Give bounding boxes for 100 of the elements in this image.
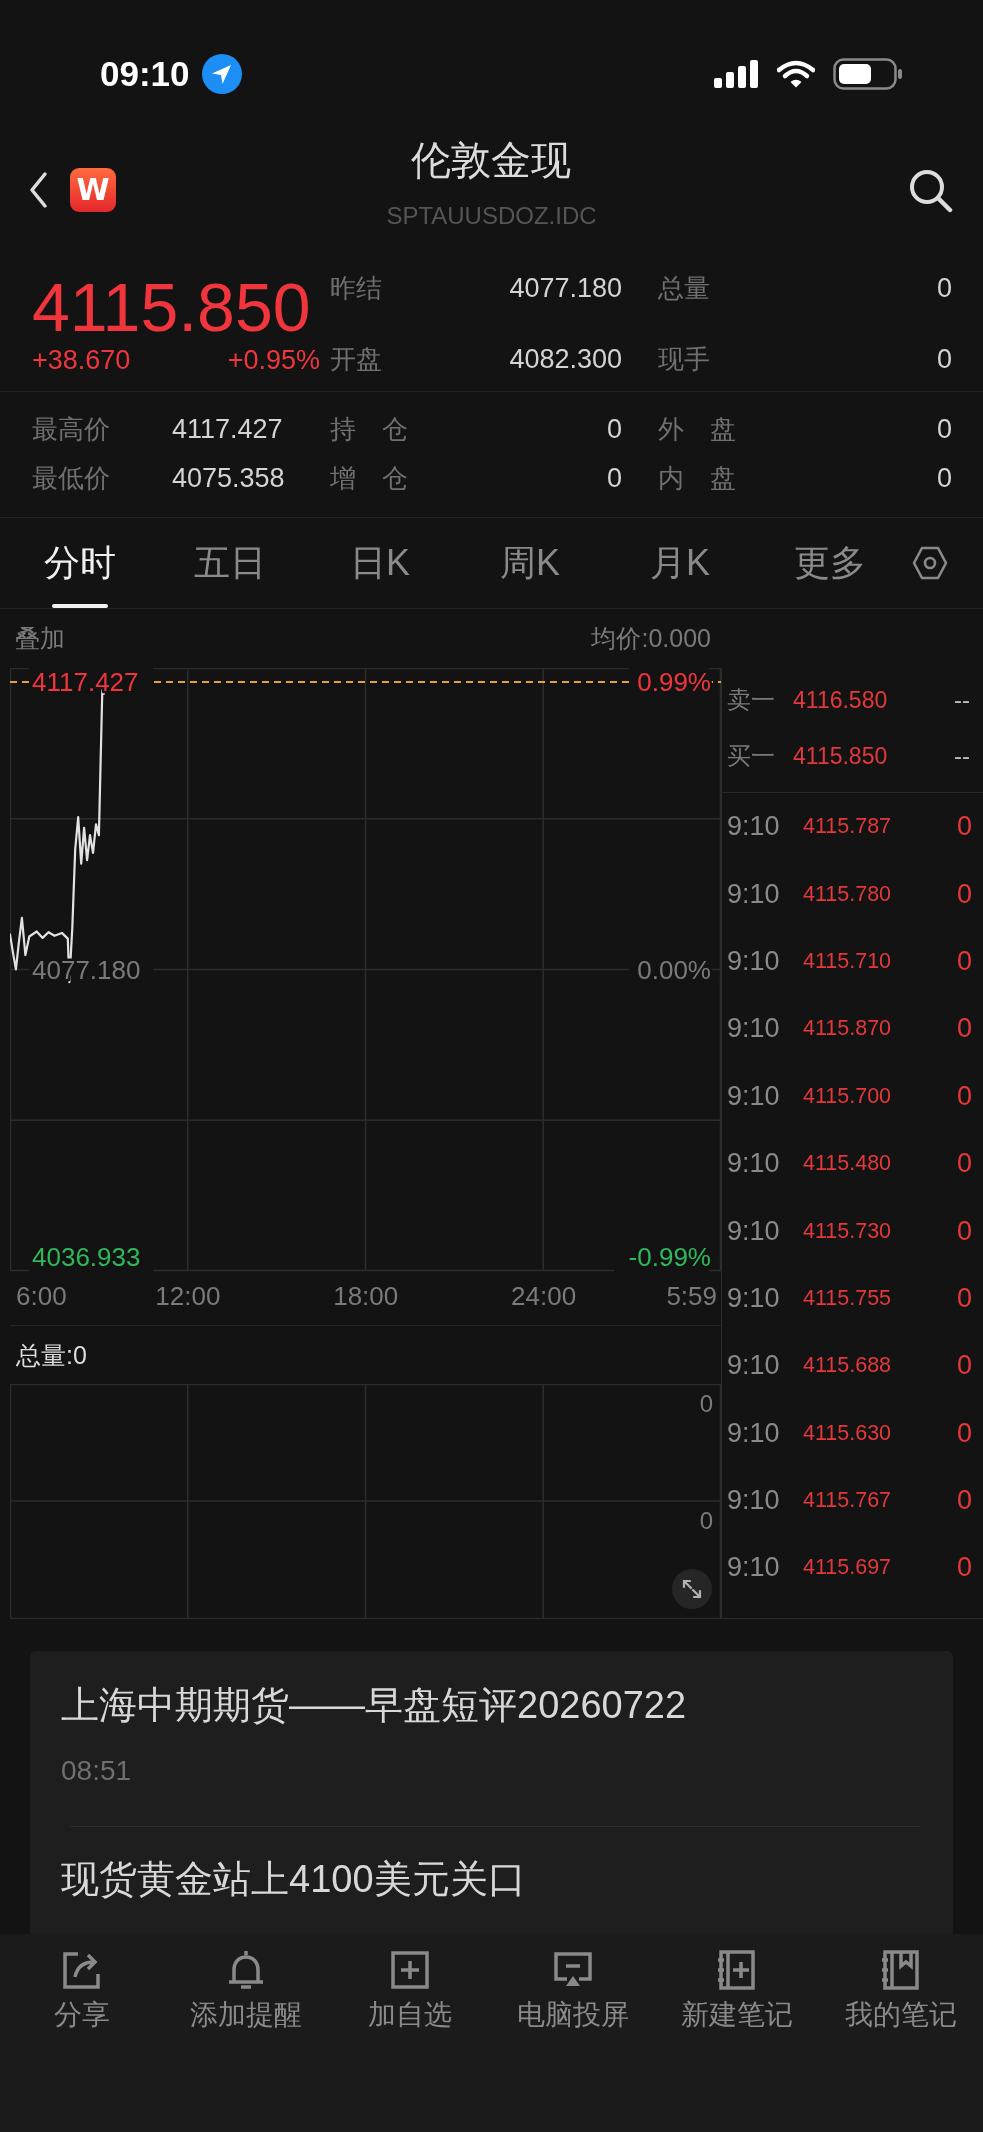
order-label: 卖一 [727, 685, 776, 715]
trade-price: 4115.755 [803, 1285, 892, 1311]
status-time: 09:10 [100, 54, 190, 94]
trade-time: 9:10 [727, 1080, 781, 1112]
trade-volume: 0 [956, 1417, 972, 1449]
trade-time: 9:10 [727, 811, 781, 843]
trade-volume: 0 [956, 878, 972, 910]
stat-value: 0 [936, 462, 952, 494]
toolbar-button[interactable]: 新建笔记 [655, 1948, 820, 2033]
axis-label: -0.99% [628, 1242, 711, 1272]
stat-label: 总量 [658, 271, 710, 305]
chart-tab[interactable]: 周K [455, 518, 605, 608]
chart-tab[interactable]: 日K [305, 518, 455, 608]
toolbar-button[interactable]: 电脑投屏 [491, 1948, 656, 2033]
trade-time: 9:10 [727, 878, 781, 910]
axis-label: 4036.933 [32, 1242, 141, 1272]
overlay-button[interactable]: 叠加 [15, 622, 65, 655]
trade-volume: 0 [956, 1013, 972, 1045]
stat-label: 最高价 [32, 412, 111, 446]
settings-icon[interactable] [912, 545, 948, 581]
toolbar-button[interactable]: 分享 [0, 1948, 164, 2033]
stat-label: 现手 [658, 342, 710, 376]
stat-value: 0 [936, 272, 952, 304]
stat-label: 增 仓 [330, 461, 408, 495]
order-volume: -- [954, 686, 970, 714]
trade-price: 4115.688 [803, 1353, 892, 1379]
news-title[interactable]: 现货黄金站上4100美元关口 [61, 1855, 922, 1903]
trade-time: 9:10 [727, 1417, 781, 1449]
stat-label: 最低价 [32, 461, 111, 495]
axis-label: 6:00 [16, 1281, 67, 1311]
axis-label: 0 [699, 1390, 713, 1417]
chart-tab[interactable]: 分时 [5, 518, 155, 608]
price-change: +38.670 [32, 345, 131, 375]
toolbar-button[interactable]: 添加提醒 [163, 1948, 328, 2033]
trade-price: 4115.870 [803, 1016, 892, 1042]
trade-volume: 0 [956, 1148, 972, 1180]
axis-label: 0.00% [637, 954, 711, 985]
axis-label: 18:00 [333, 1281, 399, 1311]
trade-price: 4115.780 [803, 881, 892, 907]
stat-label: 开盘 [330, 342, 382, 376]
order-price: 4115.850 [793, 742, 888, 770]
trade-time: 9:10 [727, 1282, 781, 1314]
trade-volume: 0 [956, 1485, 972, 1517]
stat-label: 持 仓 [330, 412, 408, 446]
stat-value: 0 [606, 413, 622, 445]
average-price: 均价:0.000 [591, 623, 711, 654]
back-icon[interactable] [28, 170, 48, 210]
trade-time: 9:10 [727, 1485, 781, 1517]
news-title[interactable]: 上海中期期货——早盘短评20260722 [61, 1681, 922, 1729]
chart-tab[interactable]: 月K [605, 518, 755, 608]
axis-label: 5:59 [666, 1281, 717, 1311]
stat-label: 外 盘 [658, 412, 736, 446]
trade-time: 9:10 [727, 1215, 781, 1247]
axis-label: 4117.427 [32, 668, 139, 697]
volume-total: 总量:0 [16, 1339, 87, 1371]
stat-value: 0 [936, 343, 952, 375]
toolbar-button[interactable]: 加自选 [327, 1948, 492, 2033]
order-label: 买一 [727, 741, 776, 771]
page-title: 伦敦金现 [411, 137, 572, 184]
axis-label: 0 [699, 1507, 713, 1534]
stat-value: 4117.427 [172, 413, 283, 445]
axis-label: 12:00 [155, 1281, 221, 1311]
trade-price: 4115.480 [803, 1151, 892, 1177]
news-time: 08:51 [61, 1754, 133, 1788]
chart-tab[interactable]: 五日 [155, 518, 305, 608]
trade-volume: 0 [956, 945, 972, 977]
trade-price: 4115.630 [803, 1420, 892, 1446]
trade-volume: 0 [956, 1080, 972, 1112]
toolbar-button[interactable]: 我的笔记 [819, 1948, 983, 2033]
trade-volume: 0 [956, 1282, 972, 1314]
stat-value: 0 [606, 462, 622, 494]
percent-change: +0.95% [227, 345, 320, 375]
battery-icon [833, 58, 903, 90]
stat-value: 4075.358 [172, 462, 285, 494]
last-price: 4115.850 [32, 269, 312, 345]
trade-volume: 0 [956, 1215, 972, 1247]
trade-volume: 0 [956, 1552, 972, 1584]
stat-value: 4077.180 [509, 272, 622, 304]
order-volume: -- [954, 742, 970, 770]
trade-time: 9:10 [727, 1350, 781, 1382]
trade-price: 4115.767 [803, 1488, 892, 1514]
expand-icon[interactable] [672, 1569, 712, 1609]
trade-price: 4115.787 [803, 814, 892, 840]
trade-time: 9:10 [727, 1552, 781, 1584]
trade-price: 4115.697 [803, 1555, 892, 1581]
app-logo: W [70, 168, 116, 212]
stat-value: 0 [936, 413, 952, 445]
stat-value: 4082.300 [509, 343, 622, 375]
axis-label: 24:00 [511, 1281, 577, 1311]
trade-volume: 0 [956, 811, 972, 843]
search-icon[interactable] [907, 167, 953, 213]
trade-price: 4115.730 [803, 1218, 892, 1244]
stat-label: 昨结 [330, 271, 382, 305]
wifi-icon [777, 60, 815, 88]
order-price: 4116.580 [793, 686, 888, 714]
axis-label: 0.99% [637, 668, 711, 697]
trade-volume: 0 [956, 1350, 972, 1382]
chart-tab[interactable]: 更多 [755, 518, 905, 608]
symbol-code: SPTAUUSDOZ.IDC [386, 201, 597, 231]
signal-icon [714, 60, 759, 88]
